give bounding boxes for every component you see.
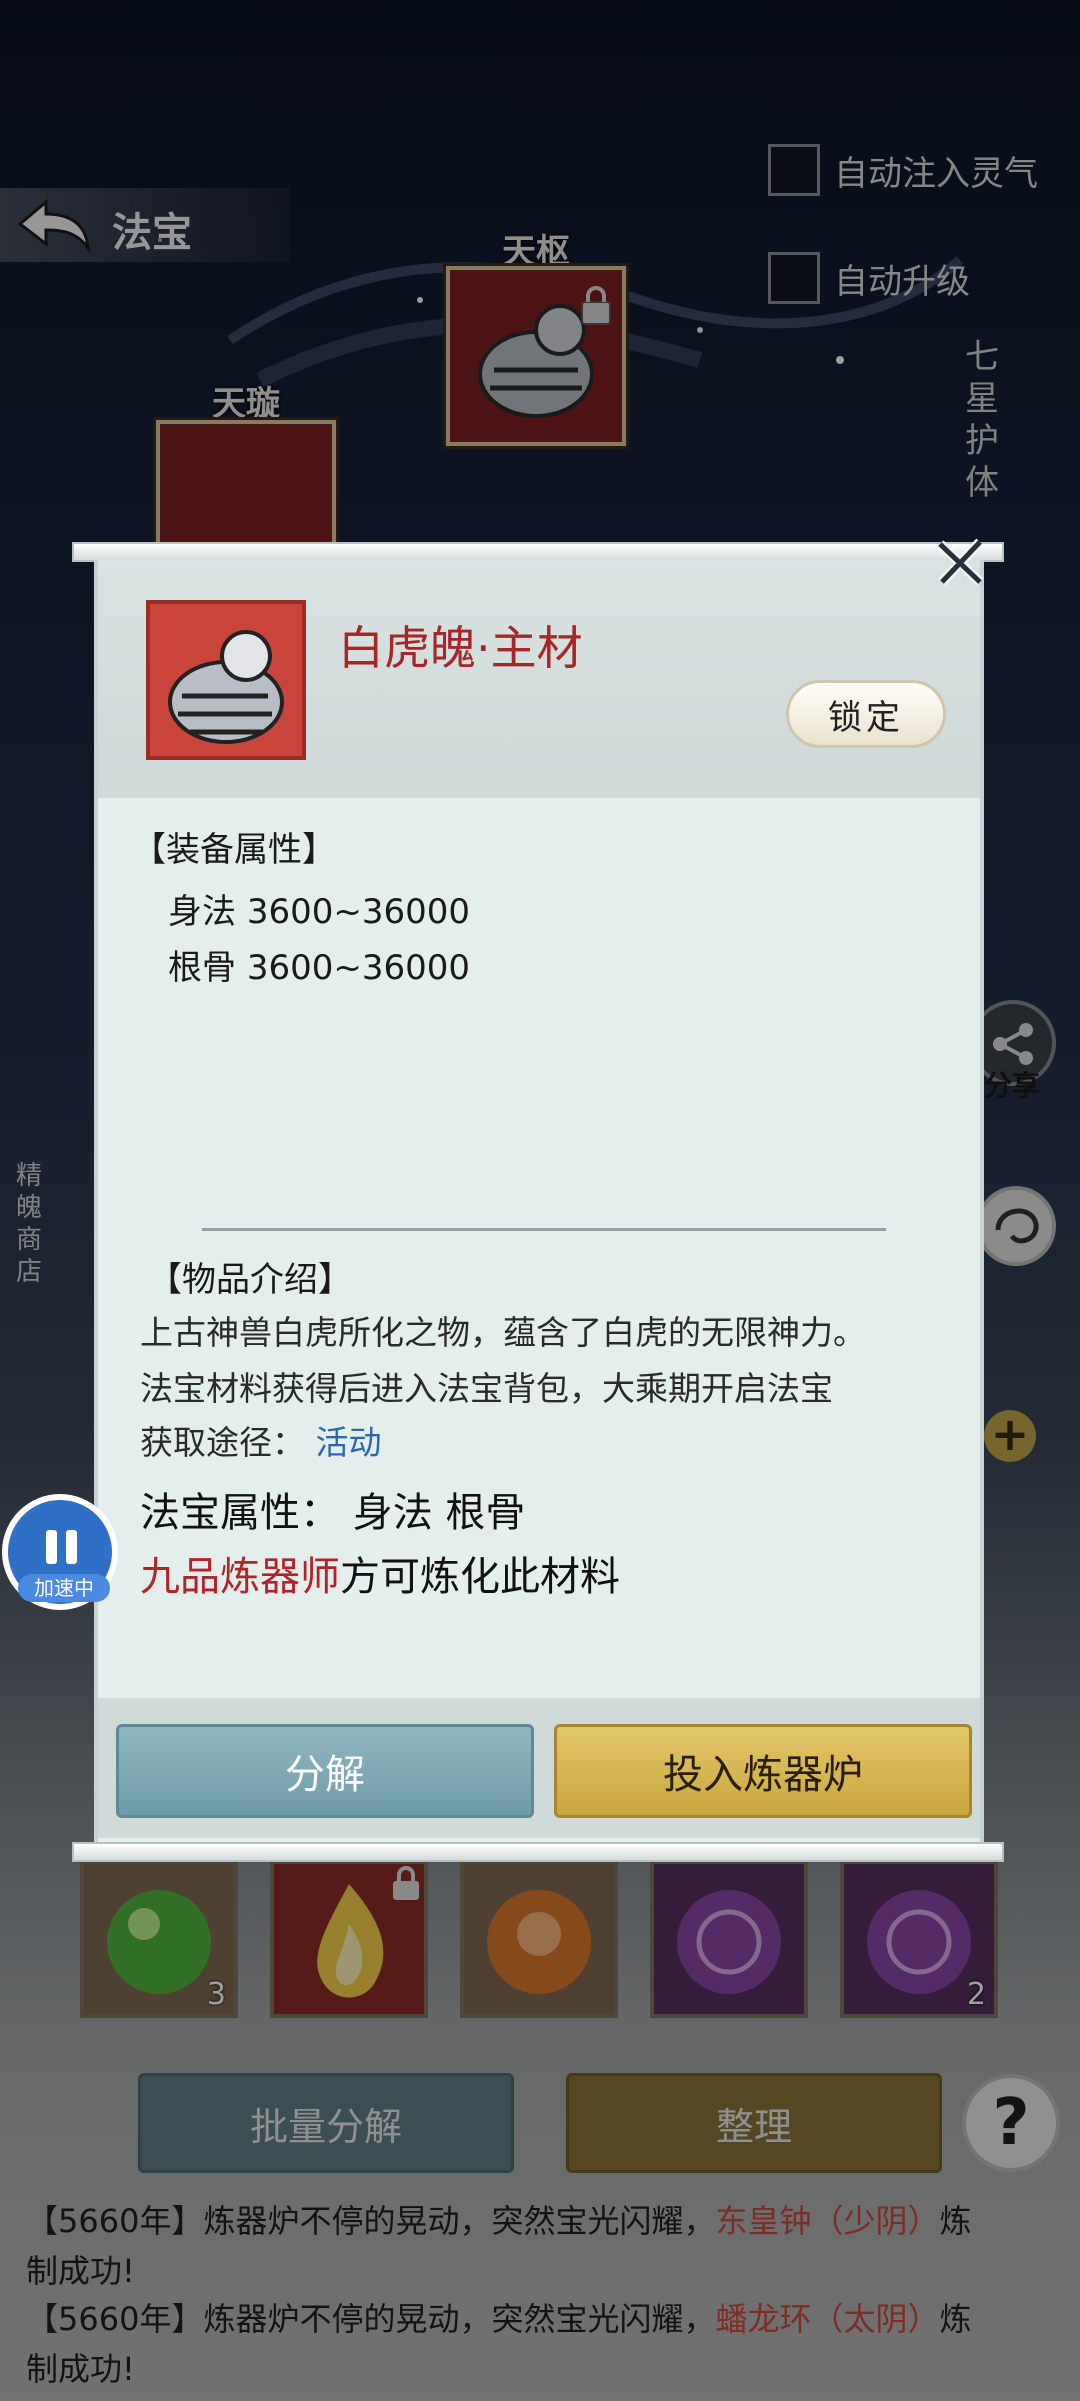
intro-line-2: 法宝材料获得后进入法宝背包，大乘期开启法宝 [140,1369,833,1408]
scroll-rod-bottom [72,1842,1004,1862]
equip-attr-title: 【装备属性】 [132,830,336,870]
requirement-rank: 九品炼器师 [140,1554,340,1600]
white-tiger-icon [168,630,284,744]
attr-name: 身法 [168,892,236,932]
source-label: 获取途径： [140,1423,305,1462]
close-icon[interactable] [932,534,988,590]
fabao-attr-value: 身法 根骨 [352,1490,526,1536]
requirement-row: 九品炼器师方可炼化此材料 [140,1544,620,1602]
source-row: 获取途径： 活动 [140,1416,382,1464]
fabao-attr-label: 法宝属性： [140,1490,340,1536]
lock-button[interactable]: 锁定 [786,680,946,748]
attr-row: 根骨 3600~36000 [168,940,470,989]
source-link[interactable]: 活动 [316,1423,382,1462]
intro-line-1: 上古神兽白虎所化之物，蕴含了白虎的无限神力。 [140,1313,866,1352]
decompose-button[interactable]: 分解 [116,1724,534,1818]
attr-row: 身法 3600~36000 [168,884,470,933]
attr-value: 3600~36000 [246,892,470,932]
requirement-text: 方可炼化此材料 [340,1554,620,1600]
attr-name: 根骨 [168,948,236,988]
scroll-rod-top [72,542,1004,562]
attr-value: 3600~36000 [246,948,470,988]
item-icon [146,600,306,760]
item-name: 白虎魄·主材 [338,621,583,675]
fabao-attr-row: 法宝属性： 身法 根骨 [140,1480,525,1538]
intro-title: 【物品介绍】 [148,1260,352,1300]
item-detail-dialog: 白虎魄·主材 锁定 【装备属性】 身法 3600~36000 根骨 3600~3… [94,538,984,1850]
speed-up-button[interactable]: 加速中 [2,1494,118,1610]
speed-label: 加速中 [18,1574,110,1602]
divider [202,1228,886,1231]
put-in-furnace-button[interactable]: 投入炼器炉 [554,1724,972,1818]
pause-icon [46,1530,80,1564]
